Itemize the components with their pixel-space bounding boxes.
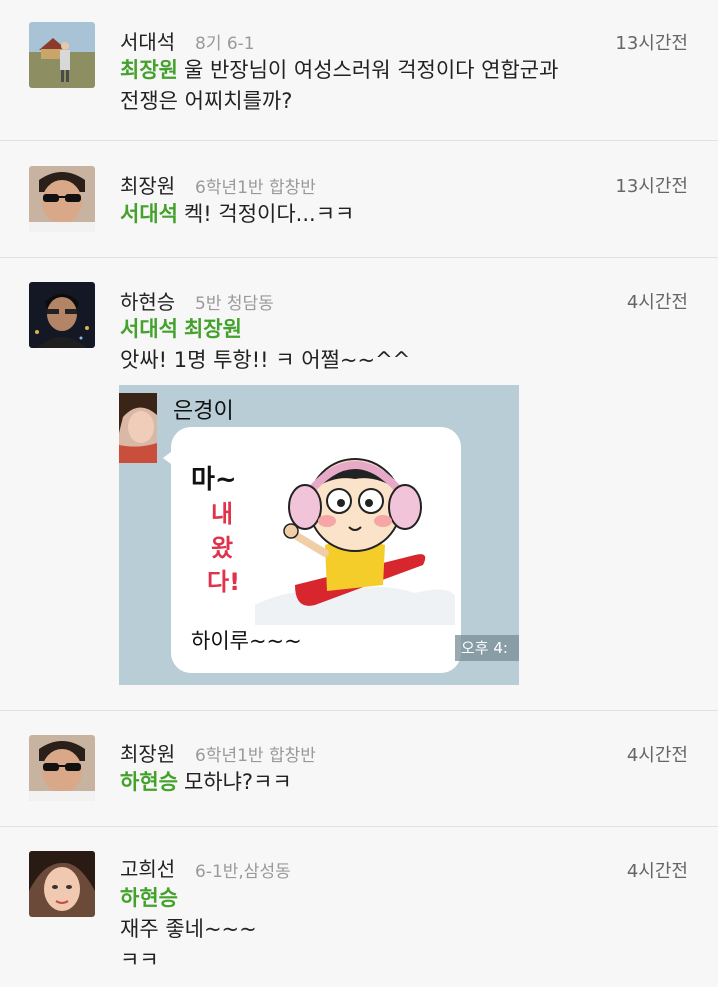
comment-line: 전쟁은 어찌치를까? [120,89,293,113]
comment-text: 최장원 울 반장님이 여성스러워 걱정이다 연합군과 전쟁은 어찌치를까? [120,55,558,117]
comment-line: 켁! 걱정이다...ㅋㅋ [183,202,355,226]
author-group: 8기 6-1 [195,34,255,54]
avatar[interactable] [29,166,95,232]
author-name[interactable]: 고희선 [120,853,175,882]
comment-text: 서대석 켁! 걱정이다...ㅋㅋ [120,199,354,230]
author-group: 6학년1반 합창반 [195,746,316,766]
mention-tag[interactable]: 서대석 [120,202,178,226]
timestamp: 4시간전 [626,861,688,882]
author-name[interactable]: 최장원 [120,170,175,199]
comment-text: 하현승 모하냐?ㅋㅋ [120,767,292,798]
mention-tag[interactable]: 최장원 [184,317,242,341]
sticker-text: 내 왔 다! [207,500,241,596]
timestamp: 4시간전 [626,745,688,766]
mention-tag[interactable]: 서대석 [120,317,178,341]
attached-image[interactable]: 은경이 마~ 내 왔 다! 하이루~~~ 오후 4: [119,385,519,685]
avatar[interactable] [29,851,95,917]
comment-line: ㅋㅋ [120,948,159,972]
avatar[interactable] [29,282,95,348]
timestamp: 4시간전 [626,292,688,313]
mention-tag[interactable]: 하현승 [120,886,178,910]
comment-line: 재주 좋네~~~ [120,917,257,941]
comment-item[interactable]: 고희선 6-1반,삼성동 4시간전 하현승 재주 좋네~~~ ㅋㅋ [0,827,718,987]
comment-line: 울 반장님이 여성스러워 걱정이다 연합군과 [183,58,559,82]
author-group: 5반 청담동 [195,294,274,314]
message-bubble: 마~ 내 왔 다! 하이루~~~ [171,427,461,673]
sticker-character-icon [255,458,455,625]
mention-tag[interactable]: 하현승 [120,770,178,794]
sender-name: 은경이 [173,399,234,424]
avatar[interactable] [29,735,95,801]
comment-item[interactable]: 최장원 6학년1반 합창반 4시간전 하현승 모하냐?ㅋㅋ [0,711,718,827]
message-text: 하이루~~~ [191,629,302,653]
comment-item[interactable]: 서대석 8기 6-1 13시간전 최장원 울 반장님이 여성스러워 걱정이다 연합… [0,0,718,141]
comment-item[interactable]: 최장원 6학년1반 합창반 13시간전 서대석 켁! 걱정이다...ㅋㅋ [0,141,718,258]
timestamp: 13시간전 [615,33,688,54]
author-name[interactable]: 최장원 [120,738,175,767]
author-group: 6-1반,삼성동 [195,862,291,882]
author-name[interactable]: 하현승 [120,286,175,315]
author-name[interactable]: 서대석 [120,26,175,55]
message-time: 오후 4: [455,635,519,661]
comment-text: 서대석 최장원 앗싸! 1명 투항!! ㅋ 어쩔~~^^ [120,314,410,376]
avatar[interactable] [29,22,95,88]
comment-line: 앗싸! 1명 투항!! ㅋ 어쩔~~^^ [120,348,411,372]
comment-text: 하현승 재주 좋네~~~ ㅋㅋ [120,883,257,976]
author-group: 6학년1반 합창반 [195,178,316,198]
mention-tag[interactable]: 최장원 [120,58,178,82]
sender-avatar [119,393,157,463]
comment-line: 모하냐?ㅋㅋ [183,770,292,794]
sticker-text: 마~ [191,465,237,495]
timestamp: 13시간전 [615,176,688,197]
